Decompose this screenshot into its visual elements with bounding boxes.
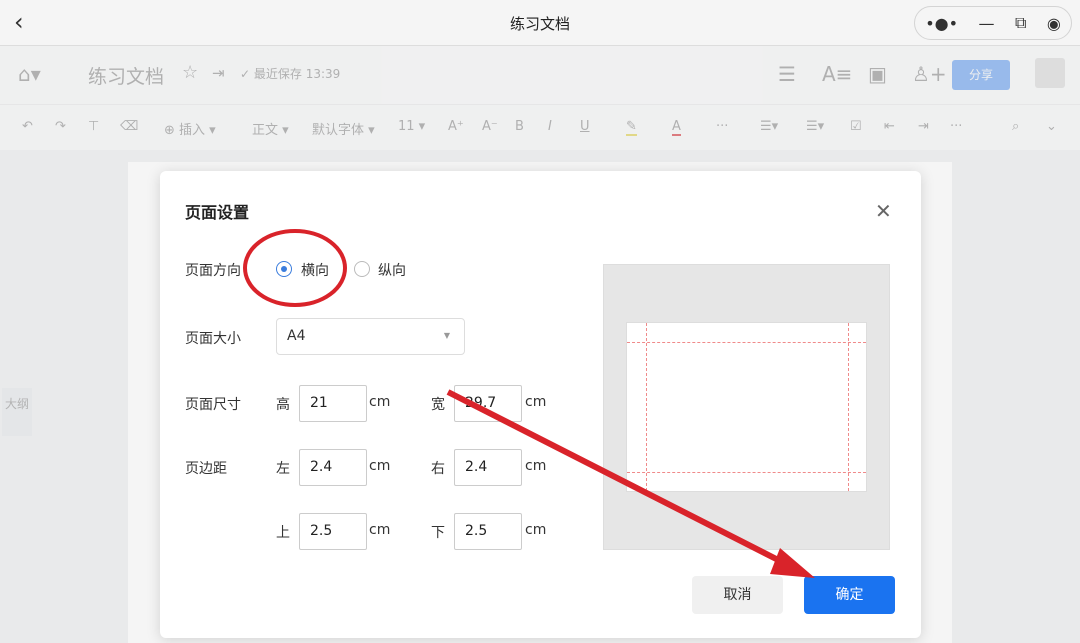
confirm-button[interactable]: 确定 <box>804 576 895 614</box>
top-margin-label: 上 <box>276 525 290 541</box>
orientation-label: 页面方向 <box>185 263 241 279</box>
dimension-label: 页面尺寸 <box>185 397 241 413</box>
landscape-radio[interactable] <box>276 261 292 277</box>
left-margin-label: 左 <box>276 461 290 477</box>
margin-guide <box>646 323 647 491</box>
cancel-button[interactable]: 取消 <box>692 576 783 614</box>
left-margin-input[interactable]: 2.4 <box>299 449 367 486</box>
preview-paper <box>626 322 867 492</box>
page-size-select[interactable]: A4 ▼ <box>276 318 465 355</box>
page-size-value: A4 <box>287 328 306 344</box>
right-margin-input[interactable]: 2.4 <box>454 449 522 486</box>
landscape-label[interactable]: 横向 <box>301 260 329 280</box>
width-label: 宽 <box>431 397 445 413</box>
margin-guide <box>627 472 866 473</box>
portrait-radio[interactable] <box>354 261 370 277</box>
bottom-margin-label: 下 <box>431 525 445 541</box>
height-label: 高 <box>276 397 290 413</box>
width-input[interactable]: 29.7 <box>454 385 522 422</box>
margin-guide <box>627 342 866 343</box>
unit-label: cm <box>369 458 391 474</box>
bottom-margin-input[interactable]: 2.5 <box>454 513 522 550</box>
unit-label: cm <box>525 522 547 538</box>
portrait-label[interactable]: 纵向 <box>378 260 406 280</box>
dialog-title: 页面设置 <box>185 203 250 222</box>
page-preview <box>603 264 890 550</box>
unit-label: cm <box>525 458 547 474</box>
top-margin-input[interactable]: 2.5 <box>299 513 367 550</box>
caret-down-icon: ▼ <box>443 331 450 340</box>
margin-label: 页边距 <box>185 461 227 477</box>
unit-label: cm <box>525 394 547 410</box>
size-label: 页面大小 <box>185 331 241 347</box>
right-margin-label: 右 <box>431 461 445 477</box>
margin-guide <box>848 323 849 491</box>
unit-label: cm <box>369 394 391 410</box>
page-setup-dialog: 页面设置 ✕ 页面方向 横向 纵向 页面大小 A4 ▼ 页面尺寸 高 21 cm … <box>160 171 921 638</box>
close-icon[interactable]: ✕ <box>875 199 892 223</box>
height-input[interactable]: 21 <box>299 385 367 422</box>
unit-label: cm <box>369 522 391 538</box>
